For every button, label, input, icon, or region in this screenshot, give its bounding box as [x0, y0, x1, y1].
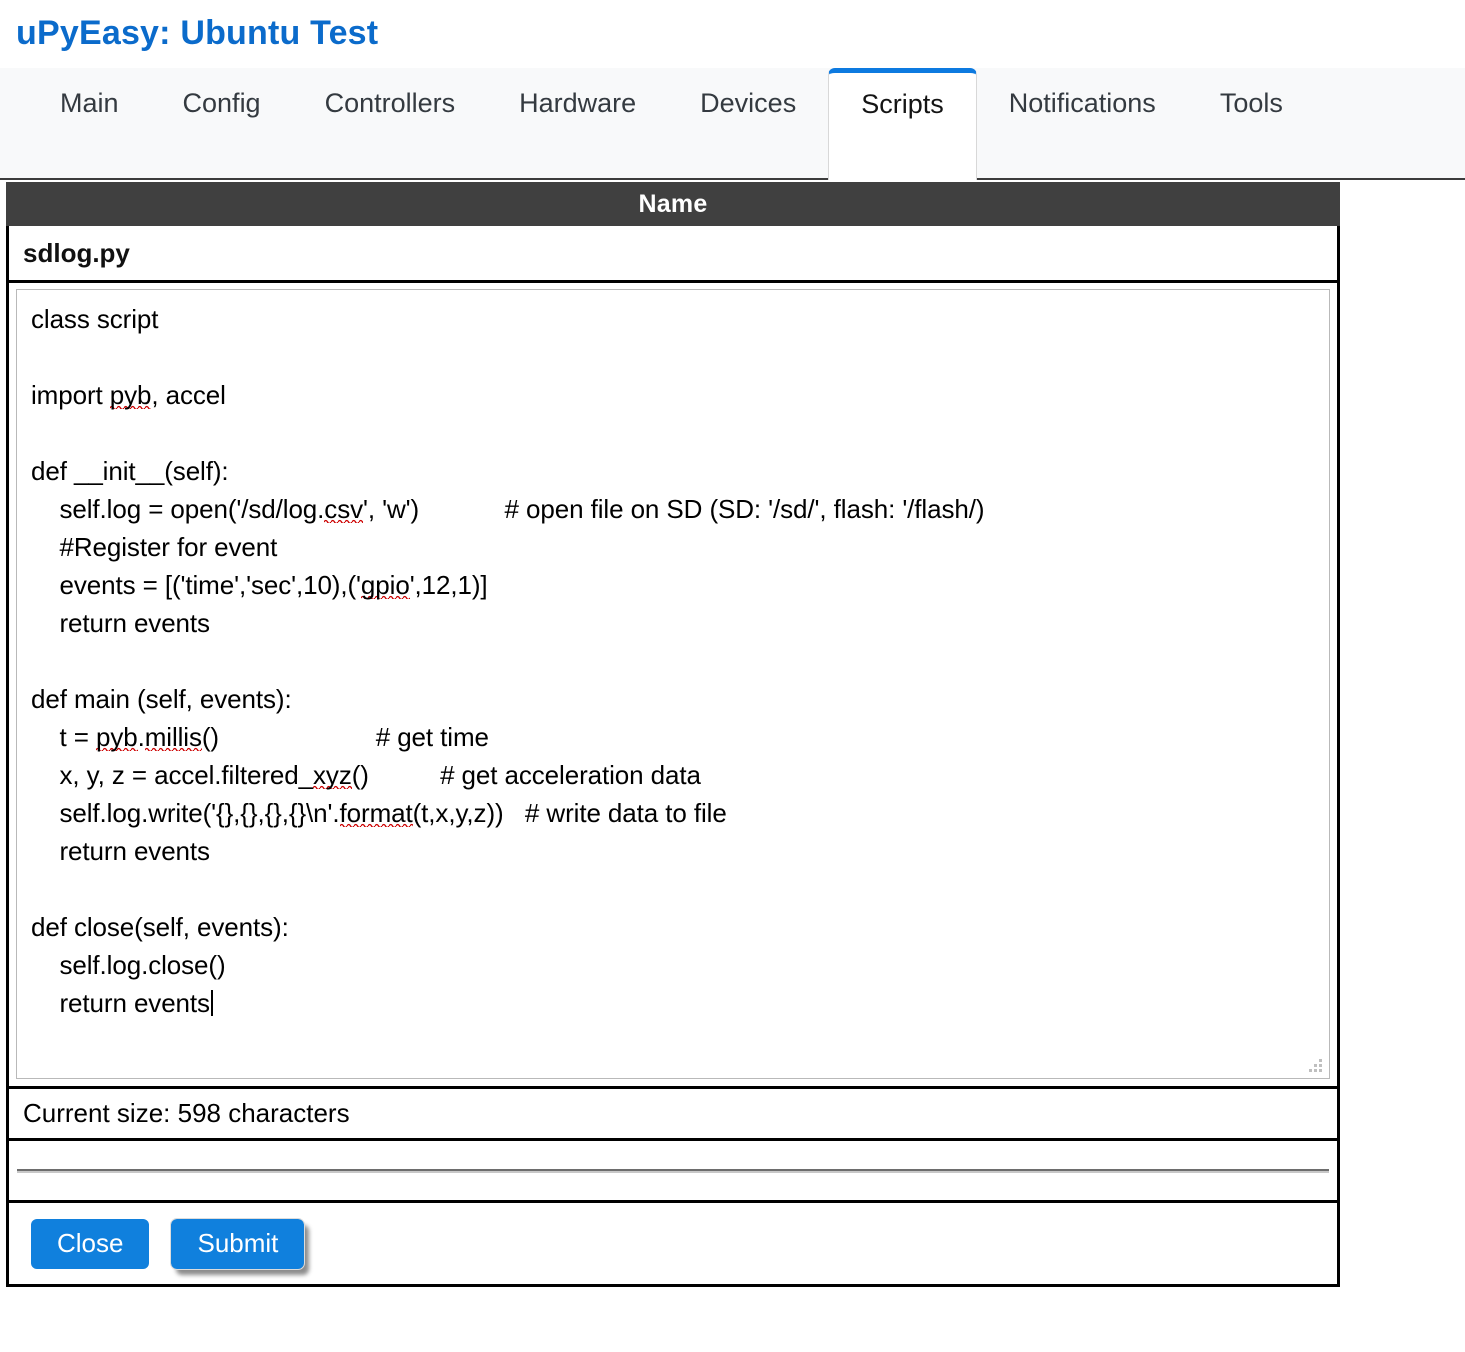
current-size-text: Current size: 598 characters — [23, 1098, 350, 1128]
table-header-name: Name — [6, 182, 1340, 226]
script-panel: Name sdlog.py class script import pyb, a… — [6, 182, 1340, 1287]
nav-tab-list: Main Config Controllers Hardware Devices… — [0, 68, 1315, 180]
tab-scripts[interactable]: Scripts — [828, 68, 977, 180]
script-filename: sdlog.py — [23, 237, 130, 268]
script-code-content: class script import pyb, accel def __ini… — [31, 304, 985, 1018]
resize-grip-icon[interactable] — [1308, 1057, 1324, 1073]
script-textarea[interactable]: class script import pyb, accel def __ini… — [16, 289, 1330, 1079]
page-title: uPyEasy: Ubuntu Test — [16, 14, 379, 52]
divider-row — [6, 1141, 1340, 1203]
submit-button[interactable]: Submit — [170, 1217, 306, 1270]
close-button[interactable]: Close — [31, 1218, 150, 1269]
horizontal-rule — [17, 1168, 1329, 1173]
editor-row: class script import pyb, accel def __ini… — [6, 283, 1340, 1089]
tab-controllers[interactable]: Controllers — [293, 68, 488, 180]
tab-tools[interactable]: Tools — [1188, 68, 1315, 180]
tab-devices[interactable]: Devices — [668, 68, 828, 180]
table-row-filename[interactable]: sdlog.py — [6, 226, 1340, 283]
tab-main[interactable]: Main — [28, 68, 151, 180]
page-root: uPyEasy: Ubuntu Test Main Config Control… — [0, 0, 1465, 1352]
tab-notifications[interactable]: Notifications — [977, 68, 1188, 180]
main-navigation: Main Config Controllers Hardware Devices… — [0, 68, 1465, 180]
tab-hardware[interactable]: Hardware — [487, 68, 668, 180]
status-row: Current size: 598 characters — [6, 1089, 1340, 1141]
tab-config[interactable]: Config — [151, 68, 293, 180]
footer-buttons-row: Close Submit — [6, 1203, 1340, 1287]
